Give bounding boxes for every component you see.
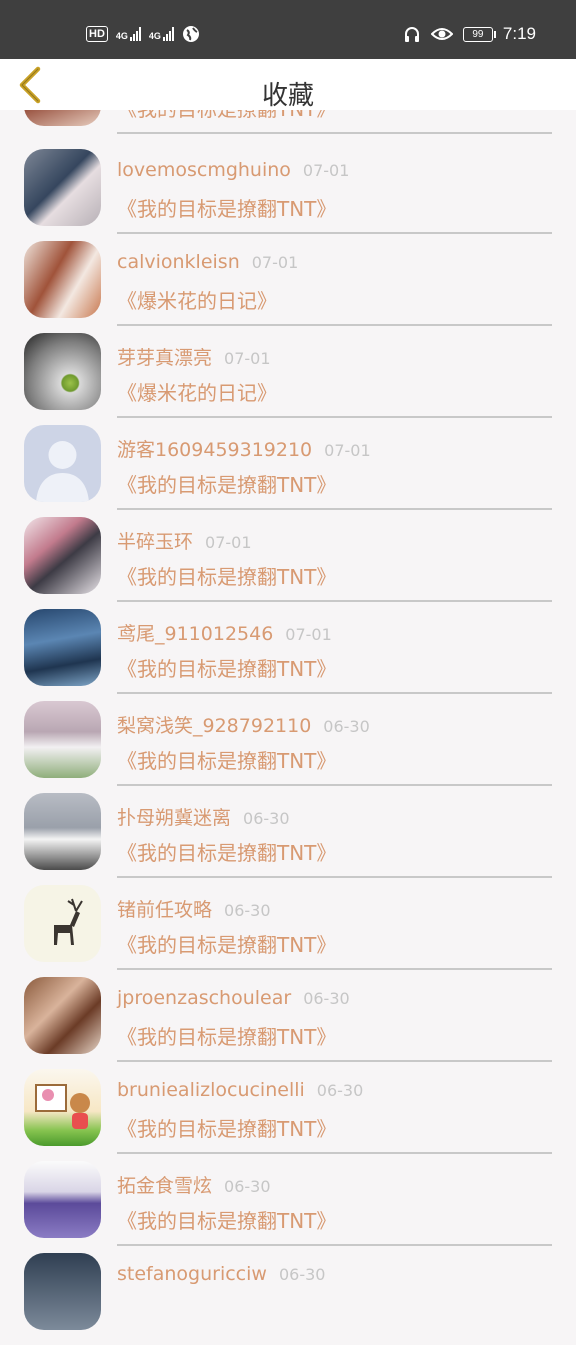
book-title: 《爆米花的日记》 xyxy=(117,381,277,405)
avatar xyxy=(24,793,101,870)
avatar xyxy=(24,425,101,502)
favorite-list-item[interactable]: 鸢尾_911012546 07-01 《我的目标是撩翻TNT》 xyxy=(0,609,576,701)
avatar xyxy=(24,333,101,410)
book-title: 《我的目标是撩翻TNT》 xyxy=(117,1025,337,1049)
favorite-list-item[interactable]: jproenzaschoulear 06-30 《我的目标是撩翻TNT》 xyxy=(0,977,576,1069)
user-name: calvionkleisn xyxy=(117,251,240,273)
date: 06-30 xyxy=(303,989,350,1008)
page-title: 收藏 xyxy=(261,81,314,111)
book-title: 《我的目标是撩翻TNT》 xyxy=(117,1209,337,1233)
book-title: 《爆米花的日记》 xyxy=(117,289,277,313)
eye-icon xyxy=(430,28,453,40)
date: 06-30 xyxy=(316,1081,364,1100)
default-avatar-icon xyxy=(36,441,89,502)
date: 07-01 xyxy=(251,253,299,272)
date: 06-30 xyxy=(243,809,290,828)
book-title: 《我的目标是撩翻TNT》 xyxy=(117,197,337,221)
battery-icon: 99 xyxy=(462,26,496,42)
favorite-list-item[interactable]: 半碎玉环 07-01 《我的目标是撩翻TNT》 xyxy=(0,517,576,609)
user-name: jproenzaschoulear xyxy=(117,987,292,1009)
date: 07-01 xyxy=(302,161,350,180)
avatar xyxy=(24,1069,101,1146)
book-title: 《我的目标是撩翻TNT》 xyxy=(117,841,337,865)
date: 07-01 xyxy=(224,349,271,368)
user-name: 梨窝浅笑_928792110 xyxy=(117,715,312,737)
date: 06-30 xyxy=(323,717,370,736)
avatar xyxy=(24,241,101,318)
favorite-list-item[interactable]: stefanoguricciw 06-30 xyxy=(0,1253,576,1345)
favorite-list-item[interactable]: 扑母朔冀迷离 06-30 《我的目标是撩翻TNT》 xyxy=(0,793,576,885)
favorite-list-item[interactable]: bruniealizlocucinelli 06-30 《我的目标是撩翻TNT》 xyxy=(0,1069,576,1161)
signal-icon: 4G xyxy=(116,27,141,41)
hd-badge: HD xyxy=(86,26,108,42)
user-name: 拓金食雪炫 xyxy=(117,1175,213,1197)
user-name: 扑母朔冀迷离 xyxy=(117,807,232,829)
user-name: 半碎玉环 xyxy=(117,531,194,553)
user-name: lovemoscmghuino xyxy=(117,159,291,181)
avatar xyxy=(24,1253,101,1330)
favorites-list: 《我的目标是撩翻TNT》 lovemoscmghuino 07-01 《我的目标是… xyxy=(0,0,576,1330)
divider xyxy=(117,600,552,602)
divider xyxy=(117,1060,552,1062)
clock: 7:19 xyxy=(502,24,536,43)
user-name: 锗前任攻略 xyxy=(117,899,213,921)
headphones-icon xyxy=(404,27,419,42)
date: 06-30 xyxy=(224,1177,271,1196)
divider xyxy=(117,132,552,134)
favorite-list-item[interactable]: calvionkleisn 07-01 《爆米花的日记》 xyxy=(0,241,576,333)
divider xyxy=(117,876,552,878)
date: 06-30 xyxy=(278,1265,326,1284)
book-title: 《我的目标是撩翻TNT》 xyxy=(117,657,337,681)
user-name: 鸢尾_911012546 xyxy=(117,623,274,645)
favorite-list-item[interactable]: 游客1609459319210 07-01 《我的目标是撩翻TNT》 xyxy=(0,425,576,517)
avatar xyxy=(24,701,101,778)
favorite-list-item[interactable]: 拓金食雪炫 06-30 《我的目标是撩翻TNT》 xyxy=(0,1161,576,1253)
avatar xyxy=(24,885,101,962)
divider xyxy=(117,1244,552,1246)
favorite-list-item[interactable]: 芽芽真漂亮 07-01 《爆米花的日记》 xyxy=(0,333,576,425)
globe-icon xyxy=(182,26,199,42)
divider xyxy=(117,232,552,234)
signal-icon: 4G xyxy=(149,27,174,41)
divider xyxy=(117,508,552,510)
book-title: 《我的目标是撩翻TNT》 xyxy=(117,933,337,957)
date: 07-01 xyxy=(205,533,252,552)
divider xyxy=(117,692,552,694)
book-title: 《我的目标是撩翻TNT》 xyxy=(117,1117,337,1141)
avatar xyxy=(24,609,101,686)
book-title: 《我的目标是撩翻TNT》 xyxy=(117,565,337,589)
painting-bear-icon xyxy=(35,1084,90,1129)
avatar xyxy=(24,149,101,226)
deer-icon xyxy=(54,898,83,945)
user-name: 芽芽真漂亮 xyxy=(117,347,213,369)
status-bar: HD 4G 4G 99 7:19 xyxy=(0,0,576,59)
avatar xyxy=(24,977,101,1054)
book-title: 《我的目标是撩翻TNT》 xyxy=(117,749,337,773)
user-name: bruniealizlocucinelli xyxy=(117,1079,305,1101)
divider xyxy=(117,416,552,418)
date: 06-30 xyxy=(224,901,271,920)
book-title: 《我的目标是撩翻TNT》 xyxy=(117,473,337,497)
favorite-list-item[interactable]: 梨窝浅笑_928792110 06-30 《我的目标是撩翻TNT》 xyxy=(0,701,576,793)
user-name: stefanoguricciw xyxy=(117,1263,267,1285)
divider xyxy=(117,784,552,786)
favorite-list-item[interactable]: 锗前任攻略 06-30 《我的目标是撩翻TNT》 xyxy=(0,885,576,977)
avatar xyxy=(24,517,101,594)
date: 07-01 xyxy=(285,625,332,644)
favorite-list-item[interactable]: lovemoscmghuino 07-01 《我的目标是撩翻TNT》 xyxy=(0,149,576,241)
divider xyxy=(117,324,552,326)
user-name: 游客1609459319210 xyxy=(117,439,313,461)
date: 07-01 xyxy=(324,441,371,460)
nav-header: 收藏 xyxy=(0,59,576,111)
divider xyxy=(117,968,552,970)
divider xyxy=(117,1152,552,1154)
avatar xyxy=(24,1161,101,1238)
